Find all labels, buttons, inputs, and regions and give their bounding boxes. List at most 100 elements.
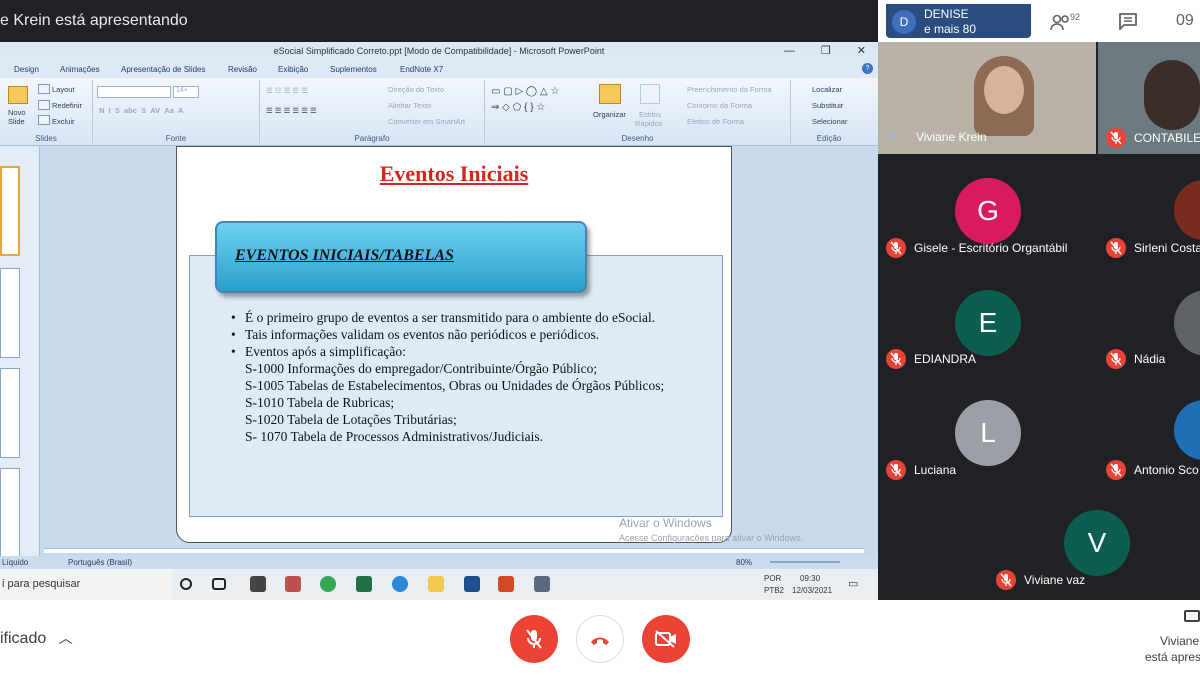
tray-date[interactable]: 12/03/2021 <box>792 586 832 595</box>
align-buttons[interactable]: ☰ ☰ ☰ ☰ ☰ ☰ <box>266 106 317 115</box>
replace-button[interactable]: Substituir <box>812 101 843 110</box>
participant-name: Nádia <box>1134 352 1166 366</box>
shapes-gallery[interactable]: ▭ ▢ ▷ ◯ △ ☆ <box>491 86 559 97</box>
clock-text: 09 <box>1176 12 1194 29</box>
chat-button[interactable] <box>1118 12 1140 32</box>
reset-button[interactable]: Redefinir <box>52 101 82 110</box>
participant-name: Antonio Sco <box>1134 463 1199 477</box>
chrome-icon[interactable] <box>320 576 336 592</box>
leave-call-button[interactable] <box>576 615 624 663</box>
bullet-item: Eventos após a simplificação: <box>229 343 709 360</box>
tab-endnote[interactable]: EndNote X7 <box>400 65 443 74</box>
event-item: S-1010 Tabela de Rubricas; <box>245 395 395 410</box>
slide-thumbnail[interactable] <box>0 368 20 458</box>
participant-name: EDIANDRA <box>914 352 977 366</box>
find-button[interactable]: Localizar <box>812 85 842 94</box>
presenting-bar: e Krein está apresentando <box>0 0 878 42</box>
mic-toggle-button[interactable] <box>510 615 558 663</box>
media-icon[interactable] <box>285 576 301 592</box>
participant-tile[interactable]: G Gisele - Escritório Organtábil <box>878 156 1096 264</box>
shape-outline-button[interactable]: Contorno da Forma <box>687 101 752 110</box>
cortana-icon[interactable] <box>180 578 192 590</box>
smartart-button[interactable]: Converter em SmartArt <box>388 117 465 126</box>
tab-design[interactable]: Design <box>14 65 39 74</box>
tab-apresentacao[interactable]: Apresentação de Slides <box>121 65 206 74</box>
participant-tile[interactable]: V Viviane vaz <box>988 488 1200 600</box>
shape-fill-button[interactable]: Preenchimento da Forma <box>687 85 772 94</box>
system-tray: POR PTB2 09:30 12/03/2021 ▭ <box>668 569 878 600</box>
slide-thumbnail[interactable] <box>0 268 20 358</box>
mic-off-icon <box>1106 238 1126 258</box>
shape-effects-button[interactable]: Efeitos de Forma <box>687 117 744 126</box>
layout-button[interactable]: Layout <box>52 85 75 94</box>
participant-tile[interactable]: CONTABILE <box>1098 42 1200 154</box>
layout-icon <box>38 84 50 94</box>
avatar: G <box>955 178 1021 244</box>
help-icon[interactable]: ? <box>862 63 873 74</box>
tab-suplementos[interactable]: Suplementos <box>330 65 377 74</box>
new-slide-icon[interactable] <box>8 86 28 104</box>
zoom-level[interactable]: 80% <box>736 558 752 567</box>
group-edicao: Localizar Substituir Selecionar Edição <box>794 80 864 144</box>
select-button[interactable]: Selecionar <box>812 117 847 126</box>
align-text-button[interactable]: Alinhar Texto <box>388 101 431 110</box>
notes-pane[interactable] <box>44 548 864 553</box>
slide-thumbnail[interactable] <box>0 468 20 558</box>
tray-language2[interactable]: PTB2 <box>764 586 784 595</box>
folder-icon[interactable] <box>428 576 444 592</box>
mic-off-icon <box>886 349 906 369</box>
event-item: S-1000 Informações do empregador/Contrib… <box>245 361 598 376</box>
people-button[interactable]: 92 <box>1042 6 1082 36</box>
minimize-icon[interactable]: — <box>784 45 795 57</box>
new-slide-label2[interactable]: Slide <box>8 117 25 126</box>
slide-canvas[interactable]: Eventos Iniciais EVENTOS INICIAIS/TABELA… <box>176 146 732 543</box>
taskbar-search[interactable]: i para pesquisar <box>0 569 172 600</box>
participant-tile[interactable]: E EDIANDRA <box>878 266 1096 374</box>
quick-styles-label2[interactable]: Rápidos <box>635 119 663 128</box>
status-language[interactable]: Português (Brasil) <box>68 558 132 567</box>
camera-toggle-button[interactable] <box>642 615 690 663</box>
tab-animacoes[interactable]: Animações <box>60 65 100 74</box>
excel-icon[interactable] <box>356 576 372 592</box>
font-format-buttons[interactable]: N I S abc S AV Aa A <box>99 106 183 115</box>
shapes-gallery-row2[interactable]: ⇒ ◇ ⬠ { } ☆ <box>491 102 545 113</box>
store-icon[interactable] <box>250 576 266 592</box>
delete-button[interactable]: Excluir <box>52 117 75 126</box>
tray-language[interactable]: POR <box>764 574 781 583</box>
tab-revisao[interactable]: Revisão <box>228 65 257 74</box>
powerpoint-icon[interactable] <box>498 576 514 592</box>
task-view-icon[interactable] <box>212 578 226 590</box>
participant-tile[interactable]: Nádia <box>1098 266 1200 374</box>
text-direction-button[interactable]: Direção do Texto <box>388 85 444 94</box>
participant-tile[interactable]: L Luciana <box>878 376 1096 486</box>
slide-thumbnail[interactable] <box>0 166 20 256</box>
participants-pill[interactable]: D DENISE e mais 80 <box>886 4 1031 38</box>
app-icon[interactable] <box>464 576 480 592</box>
restore-icon[interactable]: ❐ <box>821 45 831 57</box>
zoom-slider[interactable] <box>770 561 840 563</box>
tab-exibicao[interactable]: Exibição <box>278 65 308 74</box>
meeting-details-button[interactable]: ificado ︿ <box>0 628 73 650</box>
status-bar: Líquido Português (Brasil) 80% <box>0 556 878 569</box>
arrange-button[interactable]: Organizar <box>593 110 626 119</box>
notification-icon[interactable]: ▭ <box>848 577 858 590</box>
arrange-icon[interactable] <box>599 84 621 104</box>
font-name-input[interactable] <box>97 86 171 98</box>
font-size-input[interactable]: 14+ <box>173 86 199 98</box>
participant-tile[interactable]: Sirleni Costa <box>1098 156 1200 264</box>
list-buttons[interactable]: ☰ ☷ ☰ ☰ ☰ <box>266 86 308 95</box>
present-icon <box>1184 610 1200 622</box>
chat-icon <box>1119 13 1137 32</box>
participant-tile[interactable]: Antonio Sco <box>1098 376 1200 486</box>
presentation-status[interactable]: Viviane está apres <box>1140 610 1200 670</box>
tray-time[interactable]: 09:30 <box>800 574 820 583</box>
quick-styles-icon[interactable] <box>640 84 660 104</box>
app2-icon[interactable] <box>534 576 550 592</box>
close-icon[interactable]: ✕ <box>857 45 866 57</box>
group-edicao-label: Edição <box>816 134 842 143</box>
new-slide-label[interactable]: Novo <box>8 108 26 117</box>
quick-styles-label[interactable]: Estilos <box>639 110 661 119</box>
edge-icon[interactable] <box>392 576 408 592</box>
camera-off-icon <box>655 630 676 648</box>
participant-tile[interactable]: ⦀ Viviane Krein <box>878 42 1096 154</box>
